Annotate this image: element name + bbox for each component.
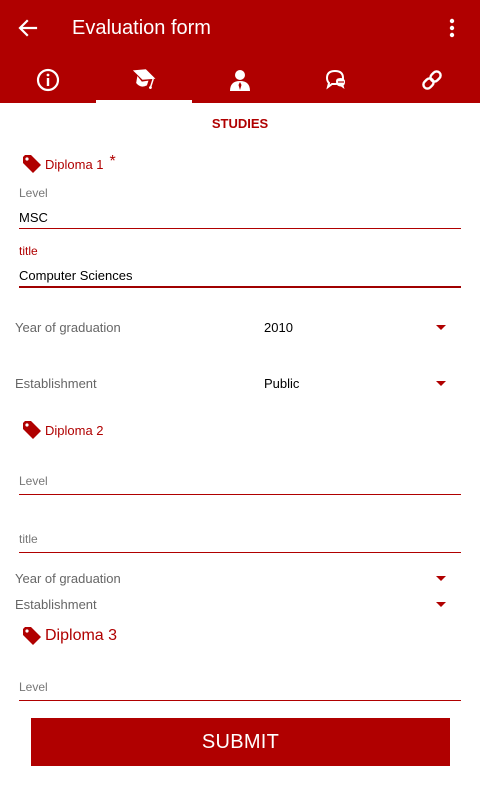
field-underline xyxy=(19,700,461,701)
dropdown-arrow-icon xyxy=(436,602,446,607)
section-title: STUDIES xyxy=(211,116,269,131)
tab-chat[interactable] xyxy=(288,56,384,103)
level-label: Level xyxy=(19,186,48,200)
diploma-3-label: Diploma 3 xyxy=(45,627,118,644)
diploma-1-year-select[interactable]: Year of graduation 2010 xyxy=(15,320,455,338)
more-options-button[interactable] xyxy=(432,8,472,48)
diploma-1-establishment-select[interactable]: Establishment Public xyxy=(15,376,455,394)
level-placeholder: Level xyxy=(19,474,48,488)
more-vert-icon xyxy=(449,18,455,38)
dropdown-arrow-icon xyxy=(436,576,446,581)
diploma-2-establishment-select[interactable]: Establishment xyxy=(15,597,455,615)
person-icon xyxy=(230,69,250,91)
diploma-1-label: Diploma 1 xyxy=(45,156,104,172)
diploma-2-year-select[interactable]: Year of graduation xyxy=(15,571,455,589)
establishment-value: Public xyxy=(264,376,300,391)
diploma-2-title-field[interactable]: title xyxy=(19,532,461,554)
tab-link[interactable] xyxy=(384,56,480,103)
tag-icon xyxy=(23,421,41,439)
dropdown-arrow-icon xyxy=(436,325,446,330)
tab-studies[interactable] xyxy=(96,56,192,103)
link-icon xyxy=(422,69,442,90)
info-icon xyxy=(36,68,60,91)
required-mark: * xyxy=(109,153,116,170)
title-placeholder: title xyxy=(19,532,38,546)
diploma-2-level-field[interactable]: Level xyxy=(19,474,461,496)
level-value: MSC xyxy=(19,210,48,225)
app-bar: Evaluation form xyxy=(0,0,480,56)
field-underline xyxy=(19,228,461,229)
field-underline-focused xyxy=(19,286,461,288)
diploma-2-header: Diploma 2 xyxy=(22,420,104,440)
diploma-2-label: Diploma 2 xyxy=(45,422,104,438)
graduation-cap-icon xyxy=(132,68,156,89)
level-placeholder: Level xyxy=(19,680,48,694)
page-title: Evaluation form xyxy=(72,17,211,39)
diploma-3-header: Diploma 3 xyxy=(22,626,117,646)
field-underline xyxy=(19,494,461,495)
back-button[interactable] xyxy=(0,0,56,56)
year-label: Year of graduation xyxy=(15,320,121,335)
tag-icon xyxy=(23,155,41,173)
year-label: Year of graduation xyxy=(15,571,121,586)
arrow-back-icon xyxy=(18,19,38,37)
chat-icon xyxy=(325,69,345,89)
tab-info[interactable] xyxy=(0,56,96,103)
tab-person[interactable] xyxy=(192,56,288,103)
establishment-label: Establishment xyxy=(15,376,97,391)
tag-icon xyxy=(23,627,41,645)
title-value: Computer Sciences xyxy=(19,268,133,283)
year-value: 2010 xyxy=(264,320,293,335)
title-label: title xyxy=(19,244,38,258)
submit-button[interactable]: SUBMIT xyxy=(31,718,450,766)
establishment-label: Establishment xyxy=(15,597,97,612)
diploma-1-level-field[interactable]: Level MSC xyxy=(19,186,461,230)
diploma-3-level-field[interactable]: Level xyxy=(19,680,461,702)
diploma-1-title-field[interactable]: title Computer Sciences xyxy=(19,244,461,290)
diploma-1-header: Diploma 1 * xyxy=(22,153,116,174)
dropdown-arrow-icon xyxy=(436,381,446,386)
tab-bar xyxy=(0,56,480,103)
field-underline xyxy=(19,552,461,553)
